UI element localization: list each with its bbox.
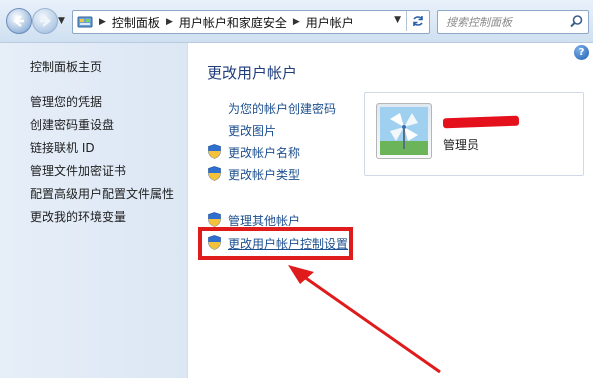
pinwheel-picture-icon [380, 107, 428, 155]
sidebar-home-link[interactable]: 控制面板主页 [30, 58, 102, 75]
back-arrow-icon [13, 15, 24, 27]
annotation-highlight-box [198, 227, 353, 260]
uac-shield-icon [208, 166, 221, 181]
control-panel-icon [77, 16, 93, 28]
sidebar-item-link-online-id[interactable]: 链接联机 ID [30, 137, 174, 160]
change-account-name-link[interactable]: 更改帐户名称 [228, 144, 300, 161]
sidebar-task-list: 管理您的凭据 创建密码重设盘 链接联机 ID 管理文件加密证书 配置高级用户配置… [30, 91, 174, 229]
uac-shield-icon [208, 212, 221, 227]
search-icon[interactable] [569, 14, 584, 29]
breadcrumb-user-accounts-family[interactable]: 用户帐户和家庭安全 [179, 14, 287, 31]
account-role: 管理员 [443, 138, 480, 152]
recent-pages-dropdown[interactable]: ▼ [58, 16, 65, 26]
navigation-bar: ▼ ▶ 控制面板 ▶ 用户帐户和家庭安全 ▶ 用户帐户 ▼ [0, 0, 593, 43]
breadcrumb-control-panel[interactable]: 控制面板 [112, 14, 160, 31]
sidebar-item-password-reset-disk[interactable]: 创建密码重设盘 [30, 114, 174, 137]
help-icon[interactable]: ? [574, 45, 589, 60]
sidebar-item-manage-credentials[interactable]: 管理您的凭据 [30, 91, 174, 114]
uac-shield-icon [208, 144, 221, 159]
search-input[interactable] [444, 14, 566, 31]
breadcrumb-user-accounts[interactable]: 用户帐户 [306, 14, 354, 31]
refresh-button[interactable] [406, 11, 429, 31]
refresh-icon [413, 16, 423, 26]
redacted-username-scribble [442, 115, 520, 129]
avatar[interactable] [376, 103, 432, 159]
breadcrumb-separator[interactable]: ▶ [293, 17, 300, 27]
sidebar-item-encryption-certificates[interactable]: 管理文件加密证书 [30, 160, 174, 183]
create-password-link[interactable]: 为您的帐户创建密码 [228, 100, 336, 117]
breadcrumb-separator: ▶ [99, 17, 106, 27]
change-picture-link[interactable]: 更改图片 [228, 122, 276, 139]
forward-arrow-icon [40, 15, 51, 27]
back-button[interactable] [6, 8, 32, 34]
forward-button[interactable] [32, 8, 58, 34]
page-title: 更改用户帐户 [207, 64, 298, 82]
user-account-card: 管理员 [364, 92, 584, 176]
sidebar-item-environment-variables[interactable]: 更改我的环境变量 [30, 206, 174, 229]
breadcrumb-separator[interactable]: ▶ [166, 17, 173, 27]
change-account-type-link[interactable]: 更改帐户类型 [228, 166, 300, 183]
address-dropdown[interactable]: ▼ [394, 15, 401, 25]
search-box[interactable] [437, 10, 589, 34]
sidebar: 控制面板主页 管理您的凭据 创建密码重设盘 链接联机 ID 管理文件加密证书 配… [0, 43, 188, 378]
address-bar[interactable]: ▶ 控制面板 ▶ 用户帐户和家庭安全 ▶ 用户帐户 ▼ [72, 10, 430, 34]
sidebar-item-advanced-profile[interactable]: 配置高级用户配置文件属性 [30, 183, 174, 206]
